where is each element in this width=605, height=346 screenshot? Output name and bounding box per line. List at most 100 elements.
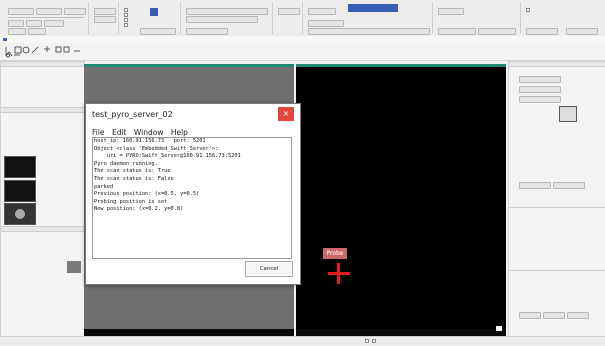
tool-palette — [0, 43, 605, 61]
ribbon-toolbar — [0, 0, 605, 37]
ribbon-button[interactable] — [94, 8, 116, 15]
app-icon — [3, 38, 7, 41]
ribbon-field[interactable] — [28, 28, 46, 35]
ribbon-button[interactable] — [94, 16, 116, 23]
ribbon-group-aberration — [304, 2, 433, 35]
log-line: Pyro daemon running. — [94, 160, 158, 167]
scan-field[interactable] — [519, 86, 561, 93]
ribbon-field[interactable] — [26, 20, 42, 27]
scale-marker — [496, 326, 502, 331]
ribbon-field[interactable] — [308, 20, 344, 27]
ribbon-group-camera — [2, 2, 89, 35]
highlight-field[interactable] — [348, 4, 398, 12]
camera-control-panel — [0, 226, 85, 337]
grid-tool-icon — [55, 46, 62, 53]
crosshair-tool-icon — [44, 46, 50, 52]
ribbon-button[interactable] — [64, 8, 86, 15]
scan-button[interactable] — [543, 312, 565, 319]
checkbox[interactable] — [372, 339, 376, 343]
ellipse-tool-icon — [22, 46, 30, 54]
log-line: Object <class 'Embedded_Swift_Server'>: — [94, 145, 219, 152]
panel-divider — [509, 207, 605, 208]
close-button[interactable]: × — [278, 107, 294, 121]
log-line: Previous position: (x=0.5, y=0.5) — [94, 191, 200, 198]
ribbon-group-scan — [182, 2, 273, 35]
log-line: uri = PYRO:Swift_Server@160.91.156.73:52… — [94, 153, 241, 160]
ribbon-field[interactable] — [186, 28, 228, 35]
ribbon-field[interactable] — [186, 16, 258, 23]
panel-divider — [509, 270, 605, 271]
panel-title-bar — [1, 108, 84, 113]
panel-title-bar — [1, 227, 84, 232]
cancel-button[interactable]: Cancel — [245, 261, 293, 277]
ribbon-group-status — [434, 2, 521, 35]
view-header — [84, 64, 294, 67]
ribbon-button[interactable] — [478, 28, 516, 35]
dialog-title: test_pyro_server_02 — [92, 110, 173, 119]
scan-field[interactable] — [519, 76, 561, 83]
ribbon-field[interactable] — [140, 28, 176, 35]
checkbox[interactable] — [124, 8, 128, 12]
histogram-panel — [0, 61, 85, 108]
data-thumbnail[interactable] — [4, 180, 36, 202]
ribbon-field[interactable] — [308, 28, 430, 35]
rect-tool-icon — [14, 46, 22, 54]
scan-control-panel — [508, 61, 605, 337]
ribbon-button[interactable] — [566, 28, 598, 35]
tool-icons[interactable] — [4, 45, 94, 58]
grid-tool-icon — [63, 46, 70, 53]
checkbox[interactable] — [124, 13, 128, 17]
checkbox[interactable] — [124, 18, 128, 22]
capture-icon[interactable] — [150, 8, 158, 16]
server-log-textbox[interactable]: host_ip: 160.91.156.73 port: 5201 Object… — [92, 137, 292, 259]
point-tool-icon — [6, 53, 10, 58]
panel-title-bar — [509, 62, 605, 67]
ribbon-group-capture — [120, 2, 181, 35]
ribbon-divider — [8, 17, 84, 18]
log-line: The scan status is: True — [94, 168, 171, 175]
log-line: Probing position is set — [94, 198, 168, 205]
tool-icon-row — [4, 45, 94, 58]
probe-crosshair-vertical[interactable] — [337, 263, 340, 284]
view-footer — [296, 329, 506, 336]
ribbon-button[interactable] — [8, 8, 34, 15]
scan-button[interactable] — [519, 182, 551, 189]
log-line: New position: (x=0.2, y=0.8) — [94, 206, 184, 213]
data-panel — [0, 107, 85, 227]
ribbon-group-spectrum — [274, 2, 303, 34]
image-view-right[interactable] — [296, 64, 506, 336]
ribbon-field[interactable] — [8, 20, 24, 27]
dialog-title-bar[interactable]: test_pyro_server_02 × — [86, 104, 300, 126]
ribbon-field[interactable] — [278, 8, 300, 15]
scan-field[interactable] — [519, 96, 561, 103]
ribbon-field[interactable] — [8, 28, 26, 35]
data-thumbnail[interactable] — [4, 156, 36, 178]
ribbon-button[interactable] — [36, 8, 62, 15]
pyro-server-dialog: test_pyro_server_02 × File Edit Window H… — [85, 103, 301, 285]
dialog-menu-bar: File Edit Window Help — [92, 128, 193, 137]
ribbon-button[interactable] — [526, 28, 558, 35]
line-tool-icon — [31, 46, 39, 54]
scan-button[interactable] — [519, 312, 541, 319]
menu-window[interactable]: Window — [134, 128, 164, 137]
menu-file[interactable]: File — [92, 128, 105, 137]
checkbox[interactable] — [365, 339, 369, 343]
checkbox[interactable] — [124, 23, 128, 27]
ribbon-field[interactable] — [308, 8, 336, 15]
scan-button[interactable] — [567, 312, 589, 319]
log-line: host_ip: 160.91.156.73 port: 5201 — [94, 138, 206, 144]
log-line: The scan status is: False — [94, 175, 174, 182]
ribbon-group-simulate — [90, 2, 119, 34]
checkbox[interactable] — [526, 8, 530, 12]
ribbon-button[interactable] — [438, 28, 476, 35]
menu-edit[interactable]: Edit — [112, 128, 127, 137]
ribbon-field[interactable] — [186, 8, 268, 15]
panel-title-bar — [1, 62, 84, 67]
ribbon-field[interactable] — [438, 8, 464, 15]
ribbon-field[interactable] — [44, 20, 64, 27]
menu-help[interactable]: Help — [171, 128, 188, 137]
ribbon-group-support — [522, 2, 603, 35]
probe-label[interactable]: Probe — [323, 248, 347, 259]
scan-button[interactable] — [553, 182, 585, 189]
data-thumbnail[interactable] — [4, 203, 36, 225]
